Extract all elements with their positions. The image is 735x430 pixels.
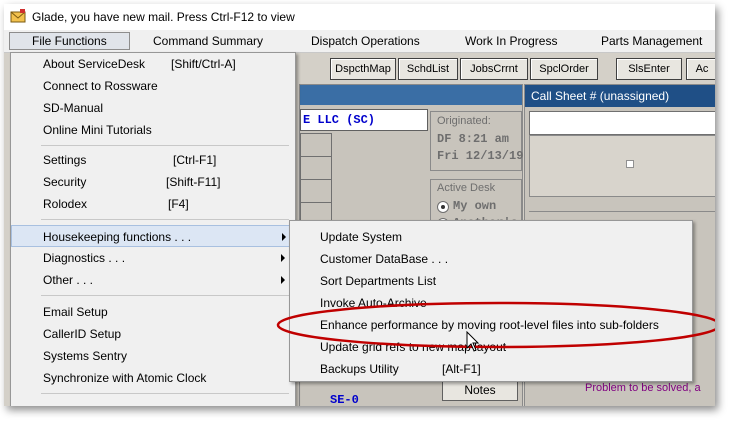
submenu-arrow-icon [282, 233, 286, 241]
menu-separator [41, 219, 289, 220]
menu-item-callerid-setup[interactable]: CallerID Setup [11, 323, 295, 345]
partial-field-text: SE-0 [330, 393, 359, 406]
submenu-arrow-icon [281, 276, 285, 284]
callsheet-title: Call Sheet # (unassigned) [525, 85, 715, 107]
originated-time: DF 8:21 am [437, 132, 510, 146]
grid-cell [300, 133, 332, 157]
grid-cell [300, 156, 332, 180]
mouse-cursor-icon [466, 331, 480, 352]
menu-item-connect-to-rossware[interactable]: Connect to Rossware [11, 75, 295, 97]
originated-date: Fri 12/13/19 [437, 149, 524, 163]
menu-item-systems-sentry[interactable]: Systems Sentry [11, 345, 295, 367]
originated-label: Originated: [437, 115, 491, 127]
menu-item-housekeeping-functions[interactable]: Housekeeping functions . . . [11, 225, 295, 247]
menu-dispatch-operations[interactable]: Dispatch Operations [311, 33, 420, 49]
customer-name-field[interactable]: E LLC (SC) [300, 109, 428, 131]
menu-item-about-servicedesk[interactable]: About ServiceDesk [Shift/Ctrl-A] [11, 53, 295, 75]
app-window: Glade, you have new mail. Press Ctrl-F12… [4, 4, 715, 406]
jobscrrnt-button[interactable]: JobsCrrnt [460, 58, 528, 80]
grid-cell [300, 179, 332, 203]
menu-item-synchronize-atomic-clock[interactable]: Synchronize with Atomic Clock [11, 367, 295, 389]
menu-item-customer-database[interactable]: Customer DataBase . . . [290, 248, 692, 270]
highlight-ellipse-annotation [276, 301, 715, 349]
window-title: Glade, you have new mail. Press Ctrl-F12… [32, 10, 295, 24]
originated-box: Originated: DF 8:21 am Fri 12/13/19 [430, 111, 524, 171]
menu-item-other[interactable]: Other . . . [11, 269, 295, 291]
menu-item-rolodex[interactable]: Rolodex [F4] [11, 193, 295, 215]
menu-work-in-progress[interactable]: Work In Progress [465, 33, 557, 49]
menu-item-settings[interactable]: Settings [Ctrl-F1] [11, 149, 295, 171]
submenu-arrow-icon [281, 254, 285, 262]
problem-description-hint: Problem to be solved, a [585, 382, 701, 394]
menu-file-functions[interactable]: File Functions [9, 32, 130, 50]
menu-separator [41, 145, 289, 146]
ac-button[interactable]: Ac [686, 58, 715, 80]
menu-bar: File Functions Command Summary Dispatch … [4, 30, 715, 53]
radio-my-own-label: My own [453, 199, 497, 213]
notes-button[interactable]: Notes [442, 379, 518, 401]
radio-my-own[interactable] [437, 201, 449, 213]
dspcthmap-button[interactable]: DspcthMap [330, 58, 396, 80]
menu-item-online-mini-tutorials[interactable]: Online Mini Tutorials [11, 119, 295, 141]
spclorder-button[interactable]: SpclOrder [530, 58, 598, 80]
panel-header-bar [300, 85, 522, 105]
menu-item-diagnostics[interactable]: Diagnostics . . . [11, 247, 295, 269]
menu-command-summary[interactable]: Command Summary [153, 33, 263, 49]
callsheet-input[interactable] [529, 111, 715, 135]
menu-item-update-system[interactable]: Update System [290, 226, 692, 248]
menu-item-sort-departments-list[interactable]: Sort Departments List [290, 270, 692, 292]
menu-item-sd-manual[interactable]: SD-Manual [11, 97, 295, 119]
toolbar: DspcthMap SchdList JobsCrrnt SpclOrder S… [294, 54, 715, 82]
schdlist-button[interactable]: SchdList [398, 58, 458, 80]
menu-item-email-setup[interactable]: Email Setup [11, 301, 295, 323]
menu-item-security[interactable]: Security [Shift-F11] [11, 171, 295, 193]
menu-separator [41, 393, 289, 394]
app-icon [10, 9, 26, 23]
title-bar: Glade, you have new mail. Press Ctrl-F12… [4, 4, 715, 30]
active-desk-label: Active Desk [437, 182, 496, 194]
menu-separator [41, 295, 289, 296]
file-functions-menu: About ServiceDesk [Shift/Ctrl-A] Connect… [10, 52, 296, 406]
slsenter-button[interactable]: SlsEnter [616, 58, 682, 80]
divider [529, 211, 715, 212]
menu-item-backups-utility[interactable]: Backups Utility [Alt-F1] [290, 358, 692, 380]
menu-parts-management[interactable]: Parts Management [601, 33, 702, 49]
grid-marker [626, 160, 634, 168]
callsheet-grid [529, 135, 715, 197]
